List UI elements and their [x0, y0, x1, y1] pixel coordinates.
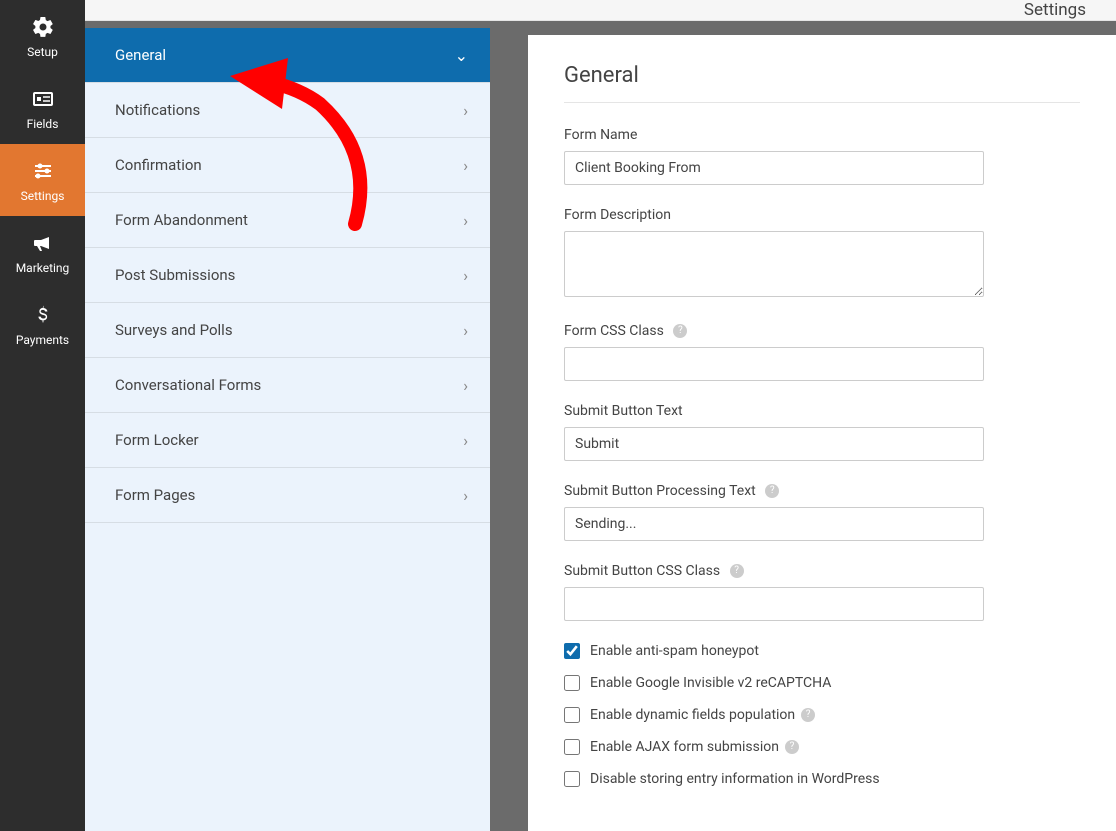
input-submit-button-css[interactable] — [564, 587, 984, 621]
checkbox-input[interactable] — [564, 643, 580, 659]
subpanel-form-abandonment[interactable]: Form Abandonment › — [85, 193, 490, 248]
sliders-icon — [31, 157, 55, 185]
left-rail-label: Setup — [27, 45, 58, 59]
chevron-right-icon: › — [463, 156, 468, 175]
label-submit-button-css: Submit Button CSS Class ? — [564, 563, 1080, 579]
input-submit-button-processing[interactable] — [564, 507, 984, 541]
chevron-right-icon: › — [463, 321, 468, 340]
checkbox-disable-storing[interactable]: Disable storing entry information in Wor… — [564, 771, 1080, 787]
input-form-name[interactable] — [564, 151, 984, 185]
left-rail-settings[interactable]: Settings — [0, 144, 85, 216]
label-text: Submit Button Processing Text — [564, 483, 756, 499]
main-area: General Form Name Form Description Form … — [490, 21, 1116, 831]
label-form-name: Form Name — [564, 127, 1080, 143]
gear-icon — [31, 13, 55, 41]
checkbox-label: Enable AJAX form submission — [590, 739, 779, 755]
left-rail-label: Payments — [16, 333, 69, 347]
checkbox-ajax[interactable]: Enable AJAX form submission ? — [564, 739, 1080, 755]
checkbox-label: Enable dynamic fields population — [590, 707, 795, 723]
subpanel-surveys-polls[interactable]: Surveys and Polls › — [85, 303, 490, 358]
subpanel-label: Confirmation — [115, 156, 202, 174]
help-icon[interactable]: ? — [801, 708, 815, 722]
subpanel-label: Form Locker — [115, 431, 199, 449]
subpanel-spacer — [85, 523, 490, 831]
chevron-right-icon: › — [463, 211, 468, 230]
left-rail: Setup Fields Settings Marketing Payments — [0, 0, 85, 831]
subpanel-label: General — [115, 46, 166, 64]
page-header: Settings — [85, 0, 1116, 21]
app-root: Setup Fields Settings Marketing Payments — [0, 0, 1116, 831]
field-submit-button-css: Submit Button CSS Class ? — [564, 563, 1080, 621]
help-icon[interactable]: ? — [730, 564, 744, 578]
checkbox-recaptcha[interactable]: Enable Google Invisible v2 reCAPTCHA — [564, 675, 1080, 691]
left-rail-label: Fields — [27, 117, 59, 131]
subpanel-form-locker[interactable]: Form Locker › — [85, 413, 490, 468]
checkbox-input[interactable] — [564, 707, 580, 723]
left-rail-label: Settings — [21, 189, 65, 203]
subpanel-general[interactable]: General ⌄ — [85, 28, 490, 83]
fields-icon — [31, 85, 55, 113]
help-icon[interactable]: ? — [785, 740, 799, 754]
checkbox-label: Enable Google Invisible v2 reCAPTCHA — [590, 675, 831, 691]
subpanel-form-pages[interactable]: Form Pages › — [85, 468, 490, 523]
chevron-right-icon: › — [463, 431, 468, 450]
field-submit-button-text: Submit Button Text — [564, 403, 1080, 461]
subpanel-label: Notifications — [115, 101, 200, 119]
label-submit-button-text: Submit Button Text — [564, 403, 1080, 419]
bullhorn-icon — [31, 229, 55, 257]
left-rail-payments[interactable]: Payments — [0, 288, 85, 360]
input-form-css-class[interactable] — [564, 347, 984, 381]
field-form-description: Form Description — [564, 207, 1080, 301]
chevron-right-icon: › — [463, 101, 468, 120]
label-form-css-class: Form CSS Class ? — [564, 323, 1080, 339]
chevron-right-icon: › — [463, 376, 468, 395]
subpanel-label: Form Abandonment — [115, 211, 248, 229]
label-text: Submit Button CSS Class — [564, 563, 720, 579]
right-column: Settings General ⌄ Notifications › Confi… — [85, 0, 1116, 831]
chevron-right-icon: › — [463, 486, 468, 505]
settings-subpanel: General ⌄ Notifications › Confirmation ›… — [85, 28, 490, 831]
divider — [564, 102, 1080, 103]
checkbox-honeypot[interactable]: Enable anti-spam honeypot — [564, 643, 1080, 659]
subpanel-post-submissions[interactable]: Post Submissions › — [85, 248, 490, 303]
card-heading: General — [564, 63, 1080, 88]
field-submit-button-processing: Submit Button Processing Text ? — [564, 483, 1080, 541]
dollar-icon — [32, 301, 54, 329]
help-icon[interactable]: ? — [765, 484, 779, 498]
subpanel-conversational-forms[interactable]: Conversational Forms › — [85, 358, 490, 413]
left-rail-label: Marketing — [16, 261, 70, 275]
checkbox-label: Disable storing entry information in Wor… — [590, 771, 880, 787]
subpanel-label: Surveys and Polls — [115, 321, 233, 339]
checkbox-input[interactable] — [564, 739, 580, 755]
input-submit-button-text[interactable] — [564, 427, 984, 461]
textarea-form-description[interactable] — [564, 231, 984, 297]
field-form-css-class: Form CSS Class ? — [564, 323, 1080, 381]
page-title: Settings — [1024, 0, 1086, 20]
help-icon[interactable]: ? — [673, 324, 687, 338]
settings-card: General Form Name Form Description Form … — [528, 35, 1116, 831]
label-text: Form CSS Class — [564, 323, 664, 339]
checkbox-input[interactable] — [564, 675, 580, 691]
subpanel-notifications[interactable]: Notifications › — [85, 83, 490, 138]
chevron-down-icon: ⌄ — [455, 46, 468, 65]
checkbox-dynamic-fields[interactable]: Enable dynamic fields population ? — [564, 707, 1080, 723]
checkbox-label: Enable anti-spam honeypot — [590, 643, 759, 659]
subpanel-confirmation[interactable]: Confirmation › — [85, 138, 490, 193]
chevron-right-icon: › — [463, 266, 468, 285]
left-rail-setup[interactable]: Setup — [0, 0, 85, 72]
label-form-description: Form Description — [564, 207, 1080, 223]
left-rail-fields[interactable]: Fields — [0, 72, 85, 144]
left-rail-marketing[interactable]: Marketing — [0, 216, 85, 288]
label-submit-button-processing: Submit Button Processing Text ? — [564, 483, 1080, 499]
field-form-name: Form Name — [564, 127, 1080, 185]
subpanel-label: Conversational Forms — [115, 376, 261, 394]
subpanel-label: Post Submissions — [115, 266, 235, 284]
checkbox-input[interactable] — [564, 771, 580, 787]
content-row: General ⌄ Notifications › Confirmation ›… — [85, 21, 1116, 831]
subpanel-label: Form Pages — [115, 486, 195, 504]
